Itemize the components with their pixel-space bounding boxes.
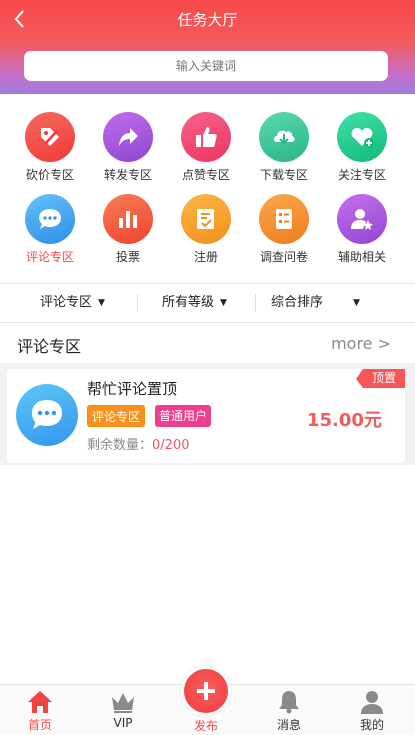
tab-vip[interactable]: VIP <box>83 685 163 735</box>
plus-icon <box>197 682 215 700</box>
bell-icon <box>279 691 299 714</box>
publish-button[interactable] <box>181 666 231 716</box>
chat-bubble-icon <box>25 194 75 244</box>
caret-down-icon: ▼ <box>353 298 360 308</box>
category-label: 调查问卷 <box>259 250 308 264</box>
category-share[interactable]: 转发专区 <box>88 112 168 192</box>
divider <box>137 294 138 312</box>
category-label: 点赞专区 <box>181 168 230 182</box>
category-label: 辅助相关 <box>337 250 386 264</box>
tab-messages[interactable]: 消息 <box>249 685 329 735</box>
tab-label-publish: 发布 <box>193 719 218 733</box>
tab-mine[interactable]: 我的 <box>332 685 412 735</box>
category-label: 关注专区 <box>337 168 386 182</box>
page-title: 任务大厅 <box>177 11 238 29</box>
header-bar: 任务大厅 <box>0 0 415 94</box>
bar-chart-icon <box>103 194 153 244</box>
pinned-badge: 顶置 <box>356 369 405 388</box>
task-title: 帮忙评论置顶 <box>87 380 178 398</box>
task-category-tag: 评论专区 <box>87 405 146 427</box>
divider <box>255 294 256 312</box>
filter-label: 评论专区 <box>40 295 93 310</box>
more-link[interactable]: more > <box>331 334 391 353</box>
task-remaining: 剩余数量：0/200 <box>87 434 189 453</box>
survey-icon <box>259 194 309 244</box>
thumbs-up-icon <box>181 112 231 162</box>
category-follow[interactable]: 关注专区 <box>322 112 402 192</box>
task-card[interactable]: 帮忙评论置顶 评论专区 普通用户 剩余数量：0/200 15.00元 顶置 <box>7 369 405 463</box>
tag-slash-icon <box>25 112 75 162</box>
tab-label: 首页 <box>27 718 52 732</box>
category-assist[interactable]: 辅助相关 <box>322 194 402 274</box>
filter-category-dropdown[interactable]: 评论专区 ▼ <box>40 284 105 322</box>
chat-bubble-icon <box>16 384 78 446</box>
filter-bar: 评论专区 ▼ 所有等级 ▼ 综合排序 ▼ <box>0 284 415 322</box>
category-label: 下载专区 <box>259 168 308 182</box>
tab-label: 消息 <box>276 718 301 732</box>
section-title: 评论专区 <box>17 337 82 356</box>
tab-home[interactable]: 首页 <box>0 685 80 735</box>
search-input[interactable] <box>24 51 388 81</box>
home-icon <box>28 691 52 713</box>
category-vote[interactable]: 投票 <box>88 194 168 274</box>
category-label: 评论专区 <box>25 250 74 264</box>
share-arrow-icon <box>103 112 153 162</box>
tab-label: VIP <box>113 716 133 730</box>
task-price: 15.00元 <box>307 410 382 431</box>
section-header: 评论专区 more > <box>0 323 415 363</box>
cloud-download-icon <box>259 112 309 162</box>
user-star-icon <box>337 194 387 244</box>
heart-plus-icon <box>337 112 387 162</box>
category-label: 投票 <box>115 250 140 264</box>
filter-label: 所有等级 <box>162 295 215 310</box>
category-grid: 砍价专区 转发专区 点赞专区 下载专区 关注专区 评论专区 投票 注册 调查问卷… <box>0 100 415 278</box>
category-survey[interactable]: 调查问卷 <box>244 194 324 274</box>
user-icon <box>361 691 383 714</box>
caret-down-icon: ▼ <box>220 298 227 308</box>
category-download[interactable]: 下载专区 <box>244 112 324 192</box>
tab-label: 我的 <box>359 718 384 732</box>
category-register[interactable]: 注册 <box>166 194 246 274</box>
caret-down-icon: ▼ <box>98 298 105 308</box>
filter-sort-dropdown[interactable]: 综合排序 ▼ <box>271 284 360 322</box>
category-comment[interactable]: 评论专区 <box>10 194 90 274</box>
filter-label: 综合排序 <box>271 295 324 310</box>
category-label: 注册 <box>193 250 218 264</box>
remaining-label: 剩余数量： <box>87 438 153 453</box>
filter-level-dropdown[interactable]: 所有等级 ▼ <box>162 284 227 322</box>
category-label: 转发专区 <box>103 168 152 182</box>
category-bargain[interactable]: 砍价专区 <box>10 112 90 192</box>
category-like[interactable]: 点赞专区 <box>166 112 246 192</box>
category-label: 砍价专区 <box>25 168 74 182</box>
remaining-value: 0/200 <box>152 438 190 453</box>
crown-icon <box>112 693 134 713</box>
edit-form-icon <box>181 194 231 244</box>
task-level-tag: 普通用户 <box>155 405 212 427</box>
